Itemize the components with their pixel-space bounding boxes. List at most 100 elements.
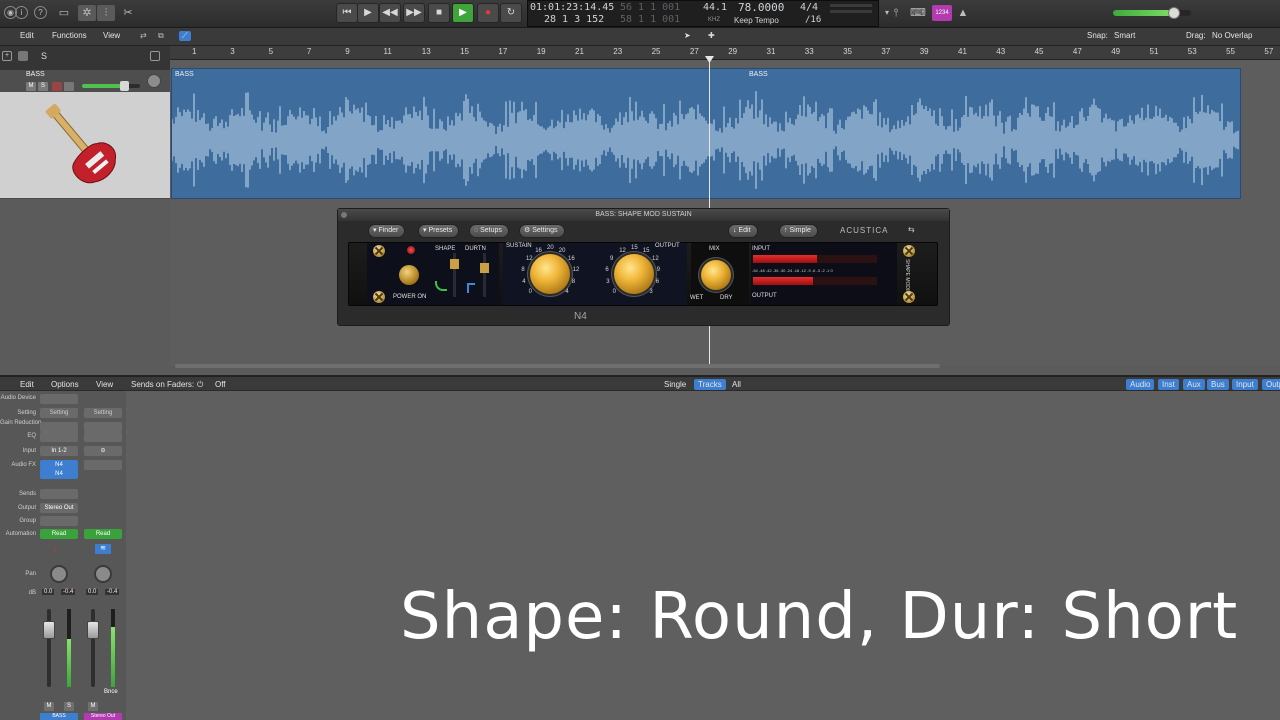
- fast-forward-button[interactable]: ▶▶: [403, 3, 425, 23]
- global-tracks-icon[interactable]: [18, 51, 28, 61]
- strip2-pan-knob[interactable]: [94, 565, 112, 583]
- strip2-eq[interactable]: [84, 432, 122, 442]
- strip1-solo[interactable]: S: [64, 702, 74, 711]
- play-button[interactable]: ▶: [452, 3, 474, 23]
- flex-icon[interactable]: ⧉: [158, 31, 164, 41]
- setups-button[interactable]: ◌ Setups: [469, 224, 509, 238]
- track-volume-slider[interactable]: [82, 81, 140, 91]
- mixer-edit-menu[interactable]: Edit: [20, 380, 34, 389]
- solo-button[interactable]: S: [38, 82, 48, 91]
- lcd-display[interactable]: 01:01:23:14.45 28 1 3 152 56 1 1 001 58 …: [527, 0, 879, 27]
- smart-controls-icon[interactable]: ✲: [78, 5, 96, 21]
- track-bass[interactable]: BASS M S: [0, 70, 170, 198]
- duration-slider[interactable]: [483, 253, 486, 297]
- strip2-automation[interactable]: Read: [84, 529, 122, 539]
- pointer-tool-icon[interactable]: ➤: [684, 31, 691, 40]
- settings-button[interactable]: ⚙ Settings: [519, 224, 565, 238]
- mixer-view-menu[interactable]: View: [96, 380, 113, 389]
- drag-select[interactable]: No Overlap: [1212, 31, 1252, 40]
- solo-mode-icon[interactable]: S: [41, 51, 47, 61]
- mixer-options-menu[interactable]: Options: [51, 380, 79, 389]
- sustain-knob[interactable]: [530, 254, 570, 294]
- secondary-tool-icon[interactable]: ✚: [708, 31, 715, 40]
- edit-button[interactable]: ↓ Edit: [728, 224, 758, 238]
- strip1-group[interactable]: [40, 516, 78, 526]
- sends-on-faders-select[interactable]: Off: [215, 380, 226, 389]
- strip1-setting[interactable]: Setting: [40, 408, 78, 418]
- track-volume-knob[interactable]: [119, 81, 129, 91]
- strip2-fader[interactable]: [87, 621, 99, 639]
- inspector-icon[interactable]: i: [15, 6, 28, 19]
- stop-button[interactable]: ■: [428, 3, 450, 23]
- single-view-tab[interactable]: Single: [664, 380, 686, 389]
- track-name[interactable]: BASS: [26, 71, 45, 78]
- output-knob[interactable]: [614, 254, 654, 294]
- filter-inst[interactable]: Inst: [1158, 379, 1179, 390]
- functions-menu[interactable]: Functions: [52, 31, 87, 40]
- help-icon[interactable]: ?: [34, 6, 47, 19]
- strip1-mute[interactable]: M: [44, 702, 54, 711]
- plugin-close-icon[interactable]: [341, 212, 347, 218]
- go-to-beginning-button[interactable]: ⏮: [336, 3, 358, 23]
- strip2-name[interactable]: Stereo Out: [84, 713, 122, 720]
- pan-knob[interactable]: [147, 74, 161, 88]
- tracks-view-tab[interactable]: Tracks: [694, 379, 726, 390]
- strip2-link-icon[interactable]: ⊝: [84, 446, 122, 456]
- bar-ruler[interactable]: 1 3 5 7 9 11 13 15 17 19 21 23 25 27 29 31 33 35 37 39 41 43 4…: [170, 46, 1280, 60]
- master-volume-slider[interactable]: [1113, 7, 1191, 19]
- strip1-fader[interactable]: [43, 621, 55, 639]
- strip1-pan-knob[interactable]: [50, 565, 68, 583]
- strip1-name[interactable]: BASS: [40, 713, 78, 720]
- play-from-selection-button[interactable]: ▶︎: [357, 3, 379, 23]
- filter-bus[interactable]: Bus: [1207, 379, 1229, 390]
- record-button[interactable]: ●: [477, 3, 499, 23]
- all-view-tab[interactable]: All: [732, 380, 741, 389]
- strip1-fx-slot-2[interactable]: N4: [40, 469, 78, 479]
- horizontal-scrollbar[interactable]: [175, 364, 940, 368]
- power-icon[interactable]: ⏻: [197, 380, 203, 390]
- strip1-sends-slot[interactable]: [40, 489, 78, 499]
- metronome-icon[interactable]: ▲: [954, 5, 972, 21]
- automation-icon[interactable]: ⟋: [179, 31, 191, 41]
- view-menu[interactable]: View: [103, 31, 120, 40]
- input-monitor-button[interactable]: [64, 82, 74, 91]
- presets-button[interactable]: ▾ Presets: [418, 224, 460, 238]
- power-switch[interactable]: [399, 265, 419, 285]
- rewind-button[interactable]: ◀◀: [379, 3, 401, 23]
- strip1-output[interactable]: Stereo Out: [40, 503, 78, 513]
- simple-button[interactable]: ↑ Simple: [779, 224, 818, 238]
- mute-button[interactable]: M: [26, 82, 36, 91]
- strip2-mute[interactable]: M: [88, 702, 98, 711]
- strip1-automation[interactable]: Read: [40, 529, 78, 539]
- add-track-icon[interactable]: +: [2, 51, 12, 61]
- finder-button[interactable]: ▾ Finder: [368, 224, 406, 238]
- plugin-window[interactable]: BASS: SHAPE MOD SUSTAIN ▾ Finder ▾ Prese…: [337, 208, 950, 326]
- strip2-setting[interactable]: Setting: [84, 408, 122, 418]
- cycle-button[interactable]: ↻: [500, 3, 522, 23]
- count-in-button[interactable]: 1234: [932, 5, 952, 21]
- strip2-fx-slot[interactable]: [84, 460, 122, 470]
- strip1-eq[interactable]: [40, 432, 78, 442]
- quick-help-icon[interactable]: ⌨: [909, 5, 927, 21]
- plugin-link-icon[interactable]: ⇆: [908, 225, 915, 234]
- filter-output[interactable]: Output: [1262, 379, 1280, 390]
- edit-menu[interactable]: Edit: [20, 31, 34, 40]
- strip2-bounce[interactable]: Bnce: [104, 689, 118, 695]
- audio-device-slot[interactable]: [40, 394, 78, 404]
- snap-select[interactable]: Smart: [1114, 31, 1135, 40]
- mixer-icon[interactable]: ⫶: [97, 5, 115, 21]
- filter-audio[interactable]: Audio: [1126, 379, 1155, 390]
- filter-aux[interactable]: Aux: [1183, 379, 1205, 390]
- tuner-icon[interactable]: ⫯: [887, 5, 905, 21]
- plugin-title[interactable]: BASS: SHAPE MOD SUSTAIN: [338, 209, 949, 221]
- mix-knob[interactable]: [701, 260, 731, 290]
- master-volume-knob[interactable]: [1167, 7, 1180, 19]
- record-enable-button[interactable]: [52, 82, 62, 91]
- toolbar-icon[interactable]: ▭: [55, 5, 73, 21]
- strip1-input[interactable]: In 1-2: [40, 446, 78, 456]
- filter-input[interactable]: Input: [1232, 379, 1258, 390]
- audio-region-bass[interactable]: BASS BASS: [171, 68, 1241, 199]
- duration-slider-cap[interactable]: [480, 263, 489, 273]
- track-zoom-icon[interactable]: [150, 51, 160, 61]
- editors-icon[interactable]: ✂: [119, 5, 137, 21]
